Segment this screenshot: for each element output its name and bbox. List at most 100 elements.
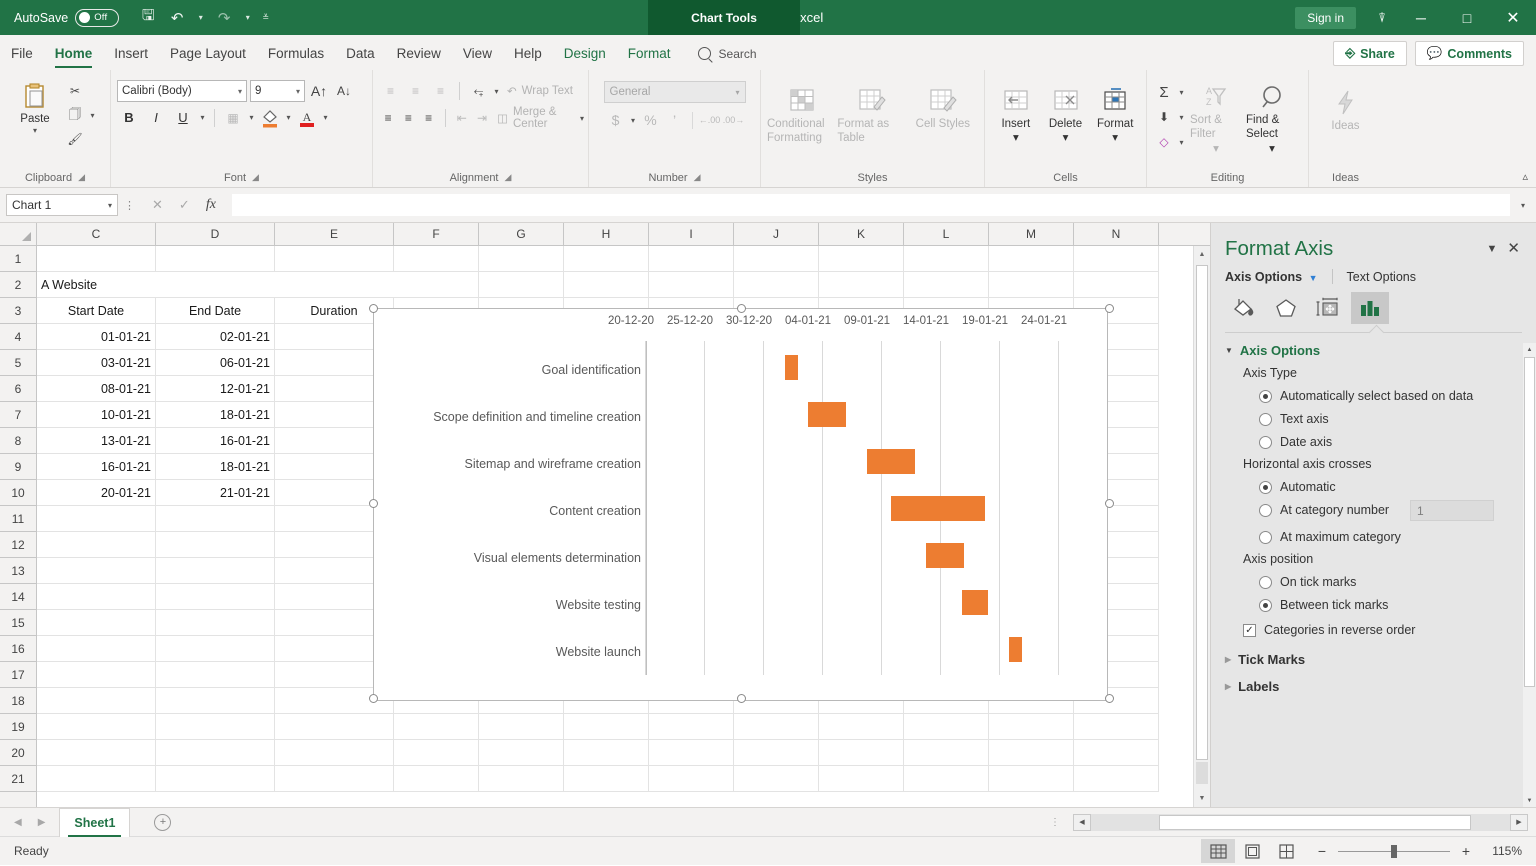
- column-header-k[interactable]: K: [819, 223, 904, 245]
- column-header-d[interactable]: D: [156, 223, 275, 245]
- cell-n21[interactable]: [1074, 766, 1159, 792]
- cell-j19[interactable]: [734, 714, 819, 740]
- section-axis-options[interactable]: ▼ Axis Options: [1225, 343, 1522, 358]
- cancel-icon[interactable]: ✕: [152, 197, 163, 213]
- format-painter-icon[interactable]: 🖌: [64, 128, 86, 150]
- cell-i1[interactable]: [649, 246, 734, 272]
- font-color-dropdown-icon[interactable]: ▾: [321, 113, 330, 122]
- cell-d3[interactable]: End Date: [156, 298, 275, 324]
- delete-dropdown-icon[interactable]: ▾: [1063, 131, 1069, 145]
- chart-handle-bottom-left[interactable]: [369, 694, 378, 703]
- chart-handle-bottom-center[interactable]: [737, 694, 746, 703]
- pane-close-icon[interactable]: ✕: [1505, 237, 1522, 259]
- autosave-control[interactable]: AutoSave Off: [14, 9, 119, 27]
- conditional-formatting-button[interactable]: Conditional Formatting: [767, 82, 837, 146]
- find-select-dropdown-icon[interactable]: ▾: [1269, 142, 1275, 156]
- previous-sheet-icon[interactable]: ◀: [14, 817, 22, 828]
- italic-button[interactable]: I: [144, 106, 168, 129]
- expand-formula-bar-icon[interactable]: ▾: [1516, 201, 1530, 210]
- tab-file[interactable]: File: [0, 37, 44, 70]
- scroll-right-icon[interactable]: ▶: [1510, 814, 1528, 831]
- select-all-button[interactable]: [0, 223, 37, 245]
- radio-date-axis[interactable]: Date axis: [1259, 435, 1522, 449]
- cell-d11[interactable]: [156, 506, 275, 532]
- merge-dropdown-icon[interactable]: ▾: [579, 114, 586, 123]
- cell-c4[interactable]: 01-01-21: [37, 324, 156, 350]
- radio-crosses-automatic[interactable]: Automatic: [1259, 480, 1522, 494]
- cell-d12[interactable]: [156, 532, 275, 558]
- sign-in-button[interactable]: Sign in: [1295, 7, 1356, 29]
- row-header-13[interactable]: 13: [0, 558, 36, 584]
- cell-m1[interactable]: [989, 246, 1074, 272]
- tab-format[interactable]: Format: [617, 37, 682, 70]
- tab-home[interactable]: Home: [44, 37, 104, 70]
- cell-n1[interactable]: [1074, 246, 1159, 272]
- align-top-icon[interactable]: ≡: [379, 80, 402, 102]
- row-header-8[interactable]: 8: [0, 428, 36, 454]
- number-format-select[interactable]: General ▾: [604, 81, 746, 103]
- save-icon[interactable]: 🖫: [135, 5, 161, 31]
- format-dropdown-icon[interactable]: ▾: [1112, 131, 1118, 145]
- shrink-font-icon[interactable]: A↓: [333, 80, 355, 102]
- cell-i2[interactable]: [649, 272, 734, 298]
- align-left-icon[interactable]: ≡: [379, 107, 397, 129]
- normal-view-icon[interactable]: [1201, 839, 1235, 863]
- cell-c12[interactable]: [37, 532, 156, 558]
- cell-i21[interactable]: [649, 766, 734, 792]
- chart-handle-top-center[interactable]: [737, 304, 746, 313]
- gantt-bar-sitemap-wireframe[interactable]: [867, 449, 915, 474]
- cell-l20[interactable]: [904, 740, 989, 766]
- format-as-table-button[interactable]: Format as Table: [837, 82, 907, 146]
- cell-m2[interactable]: [989, 272, 1074, 298]
- cell-k1[interactable]: [819, 246, 904, 272]
- column-header-m[interactable]: M: [989, 223, 1074, 245]
- axis-options-icon[interactable]: [1351, 292, 1389, 324]
- tab-review[interactable]: Review: [386, 37, 452, 70]
- copy-icon[interactable]: 🗍: [64, 104, 86, 126]
- maximize-button[interactable]: □: [1444, 0, 1490, 35]
- section-tick-marks[interactable]: ▶ Tick Marks: [1225, 652, 1522, 667]
- name-box-splitter[interactable]: ⋮: [124, 199, 136, 212]
- chart-handle-middle-left[interactable]: [369, 499, 378, 508]
- cell-d8[interactable]: 16-01-21: [156, 428, 275, 454]
- cell-e19[interactable]: [275, 714, 394, 740]
- pane-scroll-up-icon[interactable]: ▲: [1523, 343, 1536, 356]
- row-header-5[interactable]: 5: [0, 350, 36, 376]
- comma-style-icon[interactable]: ’: [664, 109, 686, 131]
- column-header-i[interactable]: I: [649, 223, 734, 245]
- insert-dropdown-icon[interactable]: ▾: [1013, 131, 1019, 145]
- chart-handle-bottom-right[interactable]: [1105, 694, 1114, 703]
- cell-g20[interactable]: [479, 740, 564, 766]
- cell-f20[interactable]: [394, 740, 479, 766]
- column-header-e[interactable]: E: [275, 223, 394, 245]
- row-header-20[interactable]: 20: [0, 740, 36, 766]
- radio-on-tick-marks[interactable]: On tick marks: [1259, 575, 1522, 589]
- tab-page-layout[interactable]: Page Layout: [159, 37, 257, 70]
- cell-c8[interactable]: 13-01-21: [37, 428, 156, 454]
- cell-d1[interactable]: [156, 246, 275, 272]
- cell-n2[interactable]: [1074, 272, 1159, 298]
- collapse-ribbon-icon[interactable]: ▵: [1522, 170, 1528, 183]
- borders-dropdown-icon[interactable]: ▾: [247, 113, 256, 122]
- comments-button[interactable]: 💬 Comments: [1415, 41, 1524, 66]
- cell-d9[interactable]: 18-01-21: [156, 454, 275, 480]
- percent-icon[interactable]: %: [640, 109, 662, 131]
- sheet-tab-sheet1[interactable]: Sheet1: [59, 808, 130, 837]
- vertical-scrollbar[interactable]: ▲ ▼: [1193, 246, 1210, 807]
- row-header-4[interactable]: 4: [0, 324, 36, 350]
- cell-h1[interactable]: [564, 246, 649, 272]
- cell-m20[interactable]: [989, 740, 1074, 766]
- cell-c19[interactable]: [37, 714, 156, 740]
- gantt-bar-goal-identification[interactable]: [785, 355, 798, 380]
- borders-icon[interactable]: ▦: [222, 107, 244, 129]
- find-select-button[interactable]: Find & Select ▾: [1246, 81, 1298, 156]
- row-header-7[interactable]: 7: [0, 402, 36, 428]
- formula-input[interactable]: [232, 194, 1510, 216]
- clear-icon[interactable]: ◇: [1153, 131, 1175, 153]
- clear-dropdown-icon[interactable]: ▾: [1177, 138, 1186, 147]
- gantt-bar-scope-definition[interactable]: [808, 402, 846, 427]
- alignment-dialog-launcher-icon[interactable]: ◢: [505, 172, 512, 183]
- row-header-18[interactable]: 18: [0, 688, 36, 714]
- increase-decimal-icon[interactable]: ←.00: [699, 109, 721, 131]
- radio-at-maximum-category[interactable]: At maximum category: [1259, 530, 1522, 544]
